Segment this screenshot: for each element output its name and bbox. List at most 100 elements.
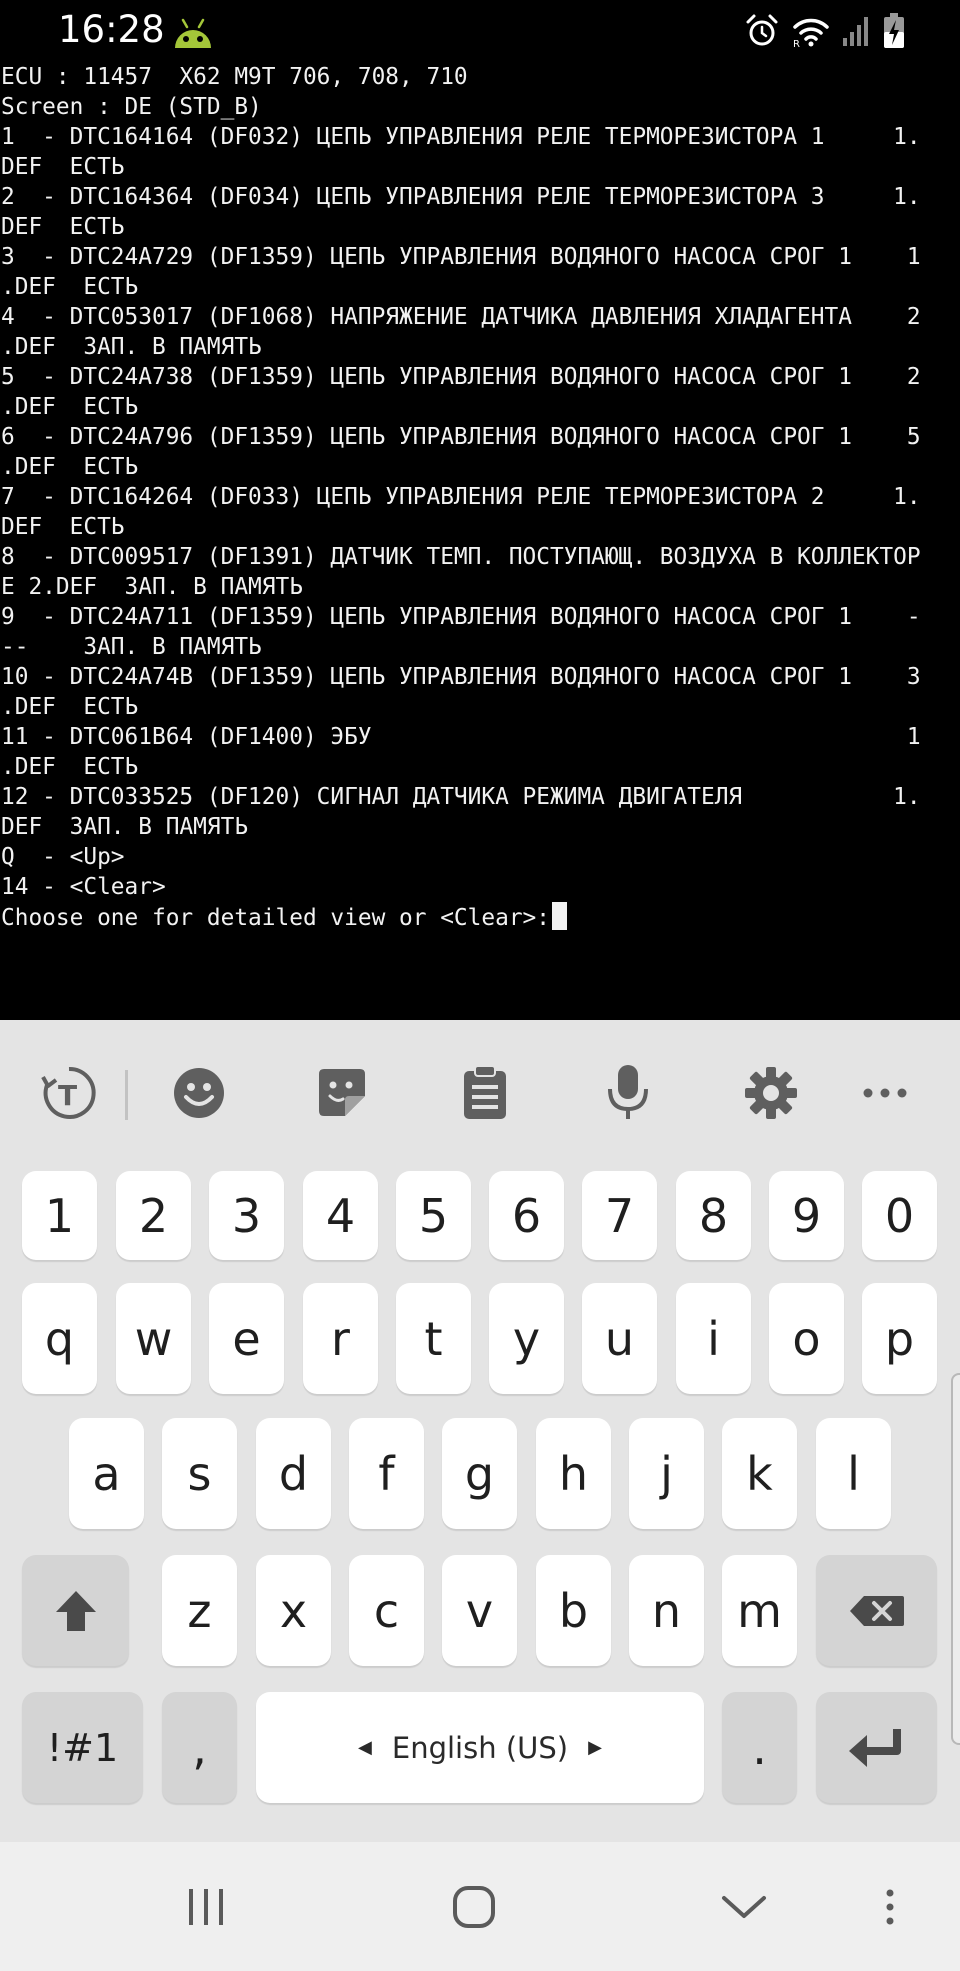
terminal-line: 2 - DTC164364 (DF034) ЦЕПЬ УПРАВЛЕНИЯ РЕ…	[1, 184, 921, 210]
key-label: 0	[884, 1188, 915, 1243]
key-5[interactable]: 5	[396, 1171, 471, 1260]
key-d[interactable]: d	[256, 1418, 331, 1529]
key-1[interactable]: 1	[22, 1171, 97, 1260]
keyboard-menu-icon[interactable]	[870, 1872, 910, 1942]
key-comma[interactable]: ,	[162, 1692, 237, 1803]
keyboard-toolbar: T	[0, 1020, 960, 1170]
soft-keyboard: T 1 2 3 4 5 6 7 8 9 0 q w e r t y u i o …	[0, 1020, 960, 1842]
terminal-line: .DEF ЕСТЬ	[1, 694, 139, 720]
key-b[interactable]: b	[536, 1555, 611, 1666]
key-e[interactable]: e	[209, 1283, 284, 1394]
language-prev-icon: ◀	[358, 1737, 372, 1758]
key-3[interactable]: 3	[209, 1171, 284, 1260]
signal-icon	[843, 17, 868, 46]
key-k[interactable]: k	[722, 1418, 797, 1529]
text-cursor	[552, 902, 567, 930]
key-8[interactable]: 8	[676, 1171, 751, 1260]
key-2[interactable]: 2	[116, 1171, 191, 1260]
key-m[interactable]: m	[722, 1555, 797, 1666]
key-9[interactable]: 9	[769, 1171, 844, 1260]
key-c[interactable]: c	[349, 1555, 424, 1666]
terminal-line: 3 - DTC24A729 (DF1359) ЦЕПЬ УПРАВЛЕНИЯ В…	[1, 244, 921, 270]
key-label: u	[604, 1311, 635, 1366]
key-label: 6	[511, 1188, 542, 1243]
more-options-icon[interactable]	[850, 1058, 920, 1128]
key-v[interactable]: v	[442, 1555, 517, 1666]
key-label: x	[279, 1583, 308, 1638]
key-label: 4	[325, 1188, 356, 1243]
space-bar[interactable]: ◀ English (US) ▶	[256, 1692, 704, 1803]
key-t[interactable]: t	[396, 1283, 471, 1394]
key-q[interactable]: q	[22, 1283, 97, 1394]
key-label: w	[134, 1311, 173, 1366]
key-7[interactable]: 7	[582, 1171, 657, 1260]
key-p[interactable]: p	[862, 1283, 937, 1394]
key-w[interactable]: w	[116, 1283, 191, 1394]
key-label: m	[737, 1583, 782, 1638]
key-label: 3	[231, 1188, 262, 1243]
key-label: y	[512, 1311, 541, 1366]
key-label: h	[558, 1446, 589, 1501]
navigation-bar	[0, 1842, 960, 1971]
microphone-icon[interactable]	[593, 1058, 663, 1128]
key-label: ,	[192, 1720, 207, 1775]
key-a[interactable]: a	[69, 1418, 144, 1529]
key-x[interactable]: x	[256, 1555, 331, 1666]
key-label: .	[752, 1720, 767, 1775]
key-y[interactable]: y	[489, 1283, 564, 1394]
space-language-label: English (US)	[391, 1730, 569, 1765]
wifi-icon: R	[793, 18, 829, 48]
toolbar-divider	[125, 1070, 128, 1120]
key-s[interactable]: s	[162, 1418, 237, 1529]
key-label: 9	[791, 1188, 822, 1243]
clipboard-icon[interactable]	[450, 1058, 520, 1128]
enter-key[interactable]	[816, 1692, 937, 1803]
key-r[interactable]: r	[303, 1283, 378, 1394]
backspace-key[interactable]	[816, 1555, 937, 1666]
key-j[interactable]: j	[629, 1418, 704, 1529]
key-label: q	[44, 1311, 75, 1366]
recent-apps-icon[interactable]	[176, 1872, 236, 1942]
terminal-line: .DEF ЗАП. В ПАМЯТЬ	[1, 334, 262, 360]
terminal-prompt-line[interactable]: Choose one for detailed view or <Clear>:	[1, 902, 567, 932]
terminal-line: DEF ЗАП. В ПАМЯТЬ	[1, 814, 249, 840]
sticker-icon[interactable]	[307, 1058, 377, 1128]
emoji-icon[interactable]	[164, 1058, 234, 1128]
key-label: z	[187, 1583, 212, 1638]
settings-gear-icon[interactable]	[736, 1058, 806, 1128]
key-label: l	[847, 1446, 860, 1501]
key-period[interactable]: .	[722, 1692, 797, 1803]
key-label: 2	[138, 1188, 169, 1243]
key-g[interactable]: g	[442, 1418, 517, 1529]
backspace-icon	[849, 1595, 904, 1626]
terminal-line: DEF ЕСТЬ	[1, 514, 125, 540]
key-f[interactable]: f	[349, 1418, 424, 1529]
key-i[interactable]: i	[676, 1283, 751, 1394]
key-u[interactable]: u	[582, 1283, 657, 1394]
terminal-line: 8 - DTC009517 (DF1391) ДАТЧИК ТЕМП. ПОСТ…	[1, 544, 921, 570]
key-o[interactable]: o	[769, 1283, 844, 1394]
key-h[interactable]: h	[536, 1418, 611, 1529]
status-bar: 16:28 R	[0, 0, 960, 66]
terminal-output[interactable]: ECU : 11457 X62 M9T 706, 708, 710 Screen…	[0, 62, 960, 1020]
shift-arrow-icon	[55, 1590, 96, 1631]
translate-icon[interactable]: T	[34, 1058, 104, 1128]
key-label: 7	[604, 1188, 635, 1243]
home-icon[interactable]	[444, 1872, 504, 1942]
key-label: a	[92, 1446, 121, 1501]
key-z[interactable]: z	[162, 1555, 237, 1666]
key-4[interactable]: 4	[303, 1171, 378, 1260]
key-label: g	[464, 1446, 495, 1501]
shift-key[interactable]	[22, 1555, 129, 1666]
key-6[interactable]: 6	[489, 1171, 564, 1260]
terminal-line: .DEF ЕСТЬ	[1, 454, 139, 480]
android-debug-icon	[175, 18, 211, 48]
symbols-key[interactable]: !#1	[22, 1692, 143, 1803]
terminal-line: ECU : 11457 X62 M9T 706, 708, 710	[1, 64, 468, 90]
key-n[interactable]: n	[629, 1555, 704, 1666]
key-l[interactable]: l	[816, 1418, 891, 1529]
hide-keyboard-icon[interactable]	[714, 1872, 774, 1942]
edge-panel-handle[interactable]	[951, 1373, 960, 1745]
key-0[interactable]: 0	[862, 1171, 937, 1260]
key-label: 1	[44, 1188, 75, 1243]
